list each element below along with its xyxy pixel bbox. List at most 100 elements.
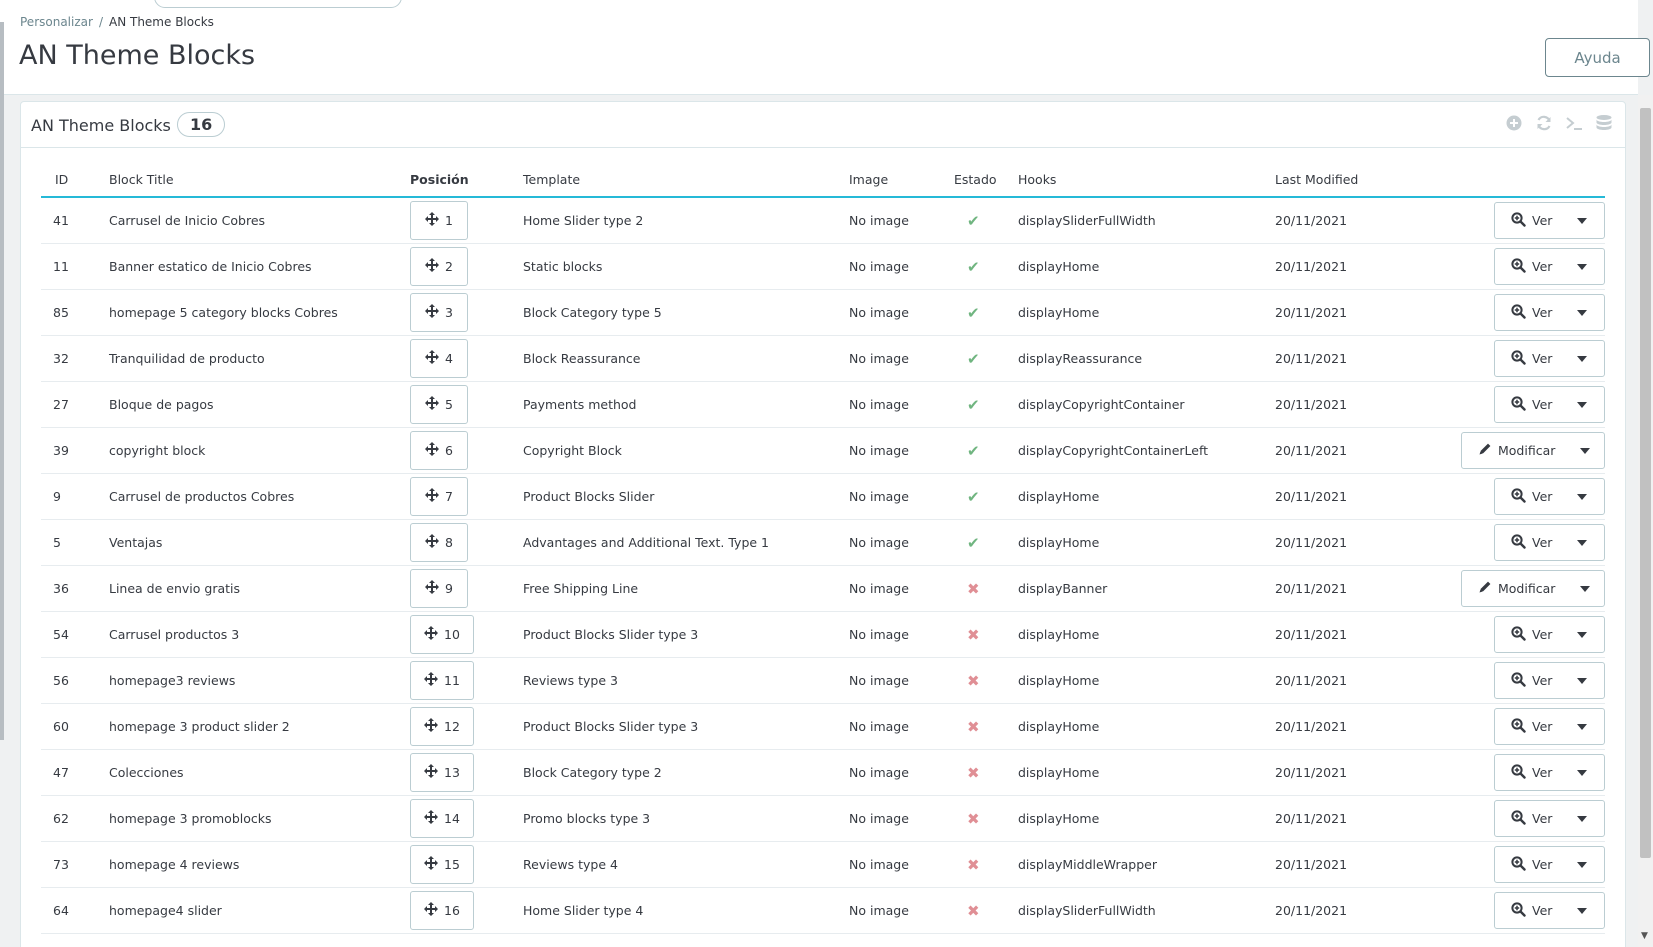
drag-position-handle[interactable]: 6 — [410, 431, 468, 470]
drag-position-handle[interactable]: 3 — [410, 293, 468, 332]
chevron-down-icon[interactable] — [1562, 847, 1602, 882]
drag-position-handle[interactable]: 4 — [410, 339, 468, 378]
check-icon[interactable]: ✔ — [967, 336, 980, 381]
breadcrumb-parent-link[interactable]: Personalizar — [20, 15, 93, 29]
chevron-down-icon[interactable] — [1562, 755, 1602, 790]
check-icon[interactable]: ✔ — [967, 382, 980, 427]
drag-position-handle[interactable]: 15 — [410, 845, 474, 884]
chevron-down-icon[interactable] — [1562, 709, 1602, 744]
drag-position-handle[interactable]: 1 — [410, 201, 468, 240]
check-icon[interactable]: ✔ — [967, 428, 980, 473]
check-icon[interactable]: ✔ — [967, 474, 980, 519]
table-row[interactable]: 60 homepage 3 product slider 2 12 Product B… — [41, 704, 1605, 750]
chevron-down-icon[interactable] — [1565, 571, 1604, 606]
drag-position-handle[interactable]: 11 — [410, 661, 474, 700]
column-status[interactable]: Estado — [954, 172, 997, 187]
drag-position-handle[interactable]: 13 — [410, 753, 474, 792]
row-action-group: Ver — [1494, 202, 1605, 239]
chevron-down-icon[interactable] — [1562, 203, 1602, 238]
table-row[interactable]: 62 homepage 3 promoblocks 14 Promo blocks t… — [41, 796, 1605, 842]
breadcrumb-current: AN Theme Blocks — [108, 15, 214, 29]
column-template[interactable]: Template — [523, 172, 580, 187]
chevron-down-icon[interactable] — [1562, 893, 1602, 928]
cross-icon[interactable]: ✖ — [967, 888, 980, 933]
table-row[interactable]: 5 Ventajas 8 Advantages and Additional Text… — [41, 520, 1605, 566]
view-button[interactable]: Ver — [1495, 755, 1562, 790]
view-button[interactable]: Ver — [1495, 893, 1562, 928]
view-button[interactable]: Ver — [1495, 295, 1562, 330]
table-row[interactable]: 73 homepage 4 reviews 15 Reviews type 4 No i… — [41, 842, 1605, 888]
view-button[interactable]: Ver — [1495, 801, 1562, 836]
chevron-down-icon[interactable] — [1562, 801, 1602, 836]
table-row[interactable]: 32 Tranquilidad de producto 4 Block Reassur… — [41, 336, 1605, 382]
table-row[interactable]: 39 copyright block 6 Copyright Block No imag… — [41, 428, 1605, 474]
help-button[interactable]: Ayuda — [1545, 38, 1650, 77]
table-row[interactable]: 64 homepage4 slider 16 Home Slider type 4 No… — [41, 888, 1605, 934]
drag-position-handle[interactable]: 5 — [410, 385, 468, 424]
view-button[interactable]: Ver — [1495, 847, 1562, 882]
drag-position-handle[interactable]: 10 — [410, 615, 474, 654]
edit-button[interactable]: Modificar — [1462, 571, 1565, 606]
edit-button[interactable]: Modificar — [1462, 433, 1565, 468]
chevron-down-icon[interactable] — [1562, 249, 1602, 284]
table-row[interactable]: 27 Bloque de pagos 5 Payments method No imag… — [41, 382, 1605, 428]
table-row[interactable]: 54 Carrusel productos 3 10 Product Blocks S… — [41, 612, 1605, 658]
drag-position-handle[interactable]: 8 — [410, 523, 468, 562]
cross-icon[interactable]: ✖ — [967, 842, 980, 887]
chevron-down-icon[interactable] — [1562, 525, 1602, 560]
view-button[interactable]: Ver — [1495, 249, 1562, 284]
cross-icon[interactable]: ✖ — [967, 796, 980, 841]
drag-position-handle[interactable]: 9 — [410, 569, 468, 608]
chevron-down-icon[interactable] — [1562, 479, 1602, 514]
table-row[interactable]: 85 homepage 5 category blocks Cobres 3 Bloc… — [41, 290, 1605, 336]
cross-icon[interactable]: ✖ — [967, 566, 980, 611]
table-row[interactable]: 47 Colecciones 13 Block Category type 2 No i… — [41, 750, 1605, 796]
view-button[interactable]: Ver — [1495, 341, 1562, 376]
cross-icon[interactable]: ✖ — [967, 658, 980, 703]
chevron-down-icon[interactable] — [1562, 341, 1602, 376]
drag-position-handle[interactable]: 12 — [410, 707, 474, 746]
view-button[interactable]: Ver — [1495, 663, 1562, 698]
cross-icon[interactable]: ✖ — [967, 704, 980, 749]
drag-position-handle[interactable]: 16 — [410, 891, 474, 930]
add-icon[interactable] — [1505, 114, 1523, 132]
column-id[interactable]: ID — [55, 172, 68, 187]
scroll-down-arrow[interactable]: ▼ — [1641, 931, 1648, 941]
check-icon[interactable]: ✔ — [967, 198, 980, 243]
column-hooks[interactable]: Hooks — [1018, 172, 1056, 187]
view-button[interactable]: Ver — [1495, 203, 1562, 238]
column-last-modified[interactable]: Last Modified — [1275, 172, 1358, 187]
drag-position-handle[interactable]: 14 — [410, 799, 474, 838]
drag-position-handle[interactable]: 2 — [410, 247, 468, 286]
terminal-icon[interactable] — [1565, 114, 1583, 132]
scrollbar-thumb[interactable] — [1640, 108, 1651, 858]
check-icon[interactable]: ✔ — [967, 290, 980, 335]
refresh-icon[interactable] — [1535, 114, 1553, 132]
table-row[interactable]: 41 Carrusel de Inicio Cobres 1 Home Slider … — [41, 198, 1605, 244]
drag-position-handle[interactable]: 7 — [410, 477, 468, 516]
chevron-down-icon[interactable] — [1562, 663, 1602, 698]
view-button[interactable]: Ver — [1495, 479, 1562, 514]
search-input[interactable] — [154, 0, 402, 8]
table-row[interactable]: 36 Linea de envio gratis 9 Free Shipping Li… — [41, 566, 1605, 612]
database-icon[interactable] — [1595, 114, 1613, 132]
chevron-down-icon[interactable] — [1562, 295, 1602, 330]
table-row[interactable]: 11 Banner estatico de Inicio Cobres 2 Stati… — [41, 244, 1605, 290]
view-button[interactable]: Ver — [1495, 525, 1562, 560]
chevron-down-icon[interactable] — [1562, 387, 1602, 422]
position-value: 3 — [445, 305, 453, 320]
column-image[interactable]: Image — [849, 172, 888, 187]
cross-icon[interactable]: ✖ — [967, 612, 980, 657]
chevron-down-icon[interactable] — [1565, 433, 1604, 468]
cross-icon[interactable]: ✖ — [967, 750, 980, 795]
table-row[interactable]: 9 Carrusel de productos Cobres 7 Product Bl… — [41, 474, 1605, 520]
check-icon[interactable]: ✔ — [967, 520, 980, 565]
view-button[interactable]: Ver — [1495, 709, 1562, 744]
view-button[interactable]: Ver — [1495, 387, 1562, 422]
column-block-title[interactable]: Block Title — [109, 172, 174, 187]
check-icon[interactable]: ✔ — [967, 244, 980, 289]
chevron-down-icon[interactable] — [1562, 617, 1602, 652]
view-button[interactable]: Ver — [1495, 617, 1562, 652]
table-row[interactable]: 56 homepage3 reviews 11 Reviews type 3 No im… — [41, 658, 1605, 704]
column-position[interactable]: Posición — [410, 172, 469, 187]
